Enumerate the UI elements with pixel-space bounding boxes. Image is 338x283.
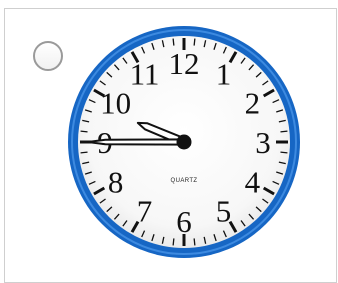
- clock-numeral: 2: [245, 86, 261, 121]
- minute-tick: [193, 38, 196, 46]
- clock-numeral: 6: [176, 204, 192, 239]
- clock-numeral: 1: [216, 57, 232, 92]
- clock-numeral: 8: [108, 165, 124, 200]
- analog-clock: 121234567891011 QUARTZ: [68, 26, 300, 258]
- clock-numeral: 3: [255, 125, 271, 160]
- minute-tick: [280, 151, 288, 154]
- minute-tick: [172, 38, 175, 46]
- clock-brand-label: QUARTZ: [171, 178, 198, 184]
- center-cap: [176, 134, 192, 150]
- clock-numeral: 12: [169, 46, 200, 81]
- clock-numeral: 10: [100, 86, 131, 121]
- minute-tick: [280, 130, 288, 133]
- minute-tick: [172, 238, 175, 246]
- minute-tick: [80, 130, 88, 133]
- option-radio-button[interactable]: [33, 41, 63, 71]
- minute-tick: [193, 238, 196, 246]
- clock-numeral: 11: [130, 57, 160, 92]
- clock-numeral: 5: [216, 193, 232, 228]
- clock-numeral: 7: [137, 193, 153, 228]
- minute-hand: [87, 138, 191, 146]
- clock-numeral: 4: [245, 165, 261, 200]
- minute-tick: [80, 151, 88, 154]
